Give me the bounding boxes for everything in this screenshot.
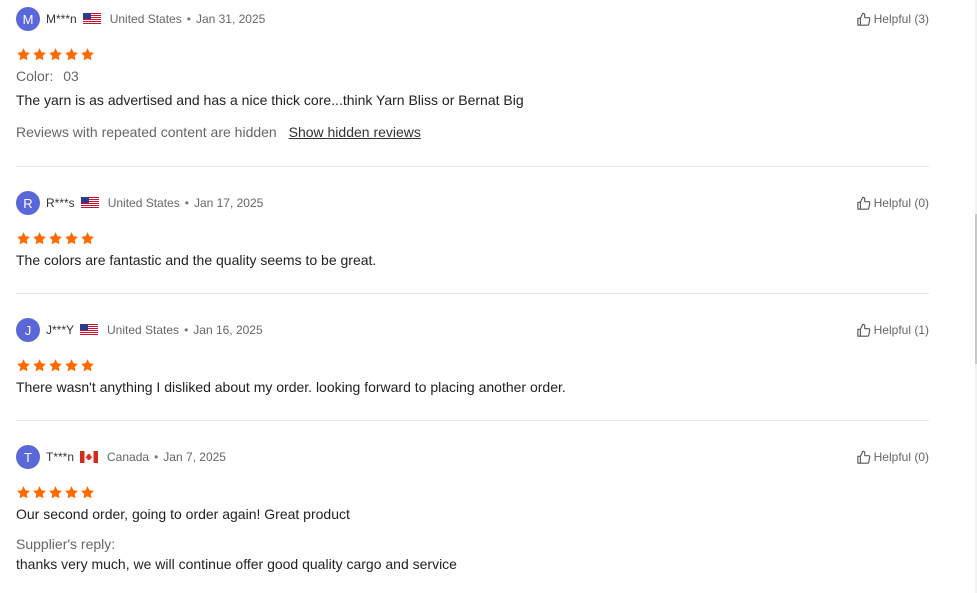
avatar: T: [16, 445, 40, 469]
star-icon: [32, 358, 47, 373]
reviewer-country: United States: [109, 12, 182, 26]
star-icon: [64, 47, 79, 62]
review-header: T T***n Canada • Jan 7, 2025: [16, 445, 226, 469]
avatar: J: [16, 318, 40, 342]
review-text: The yarn is as advertised and has a nice…: [16, 92, 524, 108]
review-header: J J***Y United States • Jan 16, 2025: [16, 318, 263, 342]
helpful-count: Helpful (3): [873, 12, 929, 26]
canada-flag-icon: [80, 451, 98, 463]
star-icon: [16, 231, 31, 246]
star-icon: [16, 485, 31, 500]
review-text: The colors are fantastic and the quality…: [16, 252, 377, 268]
avatar: R: [16, 191, 40, 215]
thumbs-up-icon: [856, 12, 871, 27]
supplier-reply-text: thanks very much, we will continue offer…: [16, 556, 457, 572]
review-header: R R***s United States • Jan 17, 2025: [16, 191, 263, 215]
separator-dot: •: [186, 12, 191, 26]
review-item: T T***n Canada • Jan 7, 2025 Helpful (0)…: [16, 445, 929, 585]
reviewer-name: J***Y: [46, 323, 75, 337]
star-rating: [16, 47, 95, 62]
avatar: M: [16, 7, 40, 31]
review-header: M M***n United States • Jan 31, 2025: [16, 7, 265, 31]
star-icon: [32, 47, 47, 62]
helpful-button[interactable]: Helpful (0): [856, 191, 929, 215]
star-icon: [64, 358, 79, 373]
star-icon: [48, 47, 63, 62]
review-text: Our second order, going to order again! …: [16, 506, 350, 522]
us-flag-icon: [81, 197, 99, 209]
divider: [16, 420, 929, 421]
star-icon: [16, 47, 31, 62]
star-rating: [16, 231, 95, 246]
separator-dot: •: [154, 450, 159, 464]
star-icon: [32, 485, 47, 500]
star-rating: [16, 485, 95, 500]
helpful-count: Helpful (0): [873, 196, 929, 210]
review-date: Jan 31, 2025: [195, 12, 266, 26]
us-flag-icon: [83, 13, 101, 25]
review-date: Jan 16, 2025: [193, 323, 263, 337]
reviewer-name: T***n: [46, 450, 75, 464]
divider: [16, 166, 929, 167]
hidden-reviews-row: Reviews with repeated content are hidden…: [16, 124, 421, 140]
star-icon: [32, 231, 47, 246]
star-rating: [16, 358, 95, 373]
star-icon: [48, 358, 63, 373]
review-date: Jan 7, 2025: [163, 450, 226, 464]
color-label: Color:: [16, 68, 54, 84]
divider: [16, 293, 929, 294]
reviewer-name: R***s: [46, 196, 75, 210]
star-icon: [80, 358, 95, 373]
star-icon: [80, 231, 95, 246]
review-item: R R***s United States • Jan 17, 2025 Hel…: [16, 191, 929, 281]
review-item: J J***Y United States • Jan 16, 2025 Hel…: [16, 318, 929, 408]
reviewer-name: M***n: [46, 12, 77, 26]
color-variant: Color: 03: [16, 68, 79, 84]
review-item: M M***n United States • Jan 31, 2025 Hel…: [16, 7, 929, 147]
star-icon: [80, 485, 95, 500]
separator-dot: •: [184, 323, 189, 337]
review-date: Jan 17, 2025: [193, 196, 264, 210]
reviewer-country: United States: [107, 323, 180, 337]
star-icon: [48, 231, 63, 246]
star-icon: [16, 358, 31, 373]
star-icon: [64, 231, 79, 246]
helpful-button[interactable]: Helpful (3): [856, 7, 929, 31]
supplier-reply-label: Supplier's reply:: [16, 536, 116, 552]
helpful-count: Helpful (0): [873, 450, 929, 464]
star-icon: [64, 485, 79, 500]
helpful-count: Helpful (1): [873, 323, 929, 337]
helpful-button[interactable]: Helpful (1): [856, 318, 929, 342]
us-flag-icon: [80, 324, 98, 336]
thumbs-up-icon: [856, 196, 871, 211]
reviewer-country: United States: [107, 196, 180, 210]
reviewer-country: Canada: [107, 450, 150, 464]
color-value: 03: [63, 68, 79, 84]
thumbs-up-icon: [856, 450, 871, 465]
separator-dot: •: [184, 196, 189, 210]
show-hidden-reviews-link[interactable]: Show hidden reviews: [289, 124, 421, 140]
thumbs-up-icon: [856, 323, 871, 338]
hidden-reviews-note: Reviews with repeated content are hidden: [16, 124, 277, 140]
helpful-button[interactable]: Helpful (0): [856, 445, 929, 469]
star-icon: [48, 485, 63, 500]
star-icon: [80, 47, 95, 62]
review-text: There wasn't anything I disliked about m…: [16, 379, 566, 395]
